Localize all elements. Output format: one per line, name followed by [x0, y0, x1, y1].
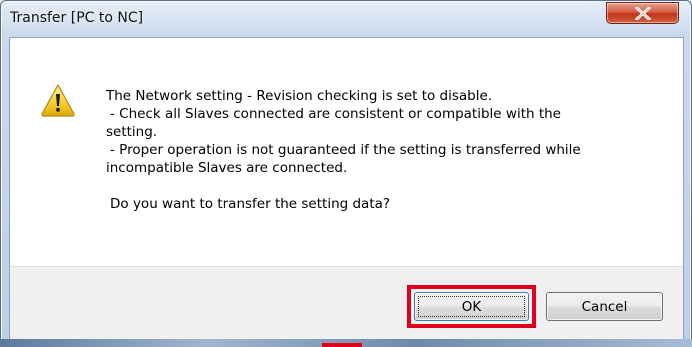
title-bar[interactable]: Transfer [PC to NC] [1, 1, 691, 37]
dialog-title: Transfer [PC to NC] [10, 10, 144, 26]
highlight-box [407, 285, 536, 328]
background-mark [322, 343, 362, 347]
dialog-client-area: The Network setting - Revision checking … [9, 37, 684, 340]
question-text: Do you want to transfer the setting data… [110, 196, 391, 212]
message-line: - Check all Slaves connected are consist… [110, 106, 561, 122]
close-icon [635, 7, 651, 20]
dialog-window: Transfer [PC to NC] The Network setting … [0, 0, 692, 347]
message-line: incompatible Slaves are connected. [106, 160, 348, 176]
message-line: - Proper operation is not guaranteed if … [110, 142, 581, 158]
message-line: The Network setting - Revision checking … [106, 88, 493, 104]
button-bar: OK Cancel [10, 266, 683, 340]
cancel-button[interactable]: Cancel [546, 292, 663, 321]
message-text: The Network setting - Revision checking … [106, 87, 666, 213]
message-line: setting. [106, 124, 158, 140]
warning-icon [41, 84, 75, 117]
close-button[interactable] [606, 2, 679, 24]
message-area: The Network setting - Revision checking … [10, 38, 683, 266]
cancel-button-label: Cancel [581, 298, 628, 315]
